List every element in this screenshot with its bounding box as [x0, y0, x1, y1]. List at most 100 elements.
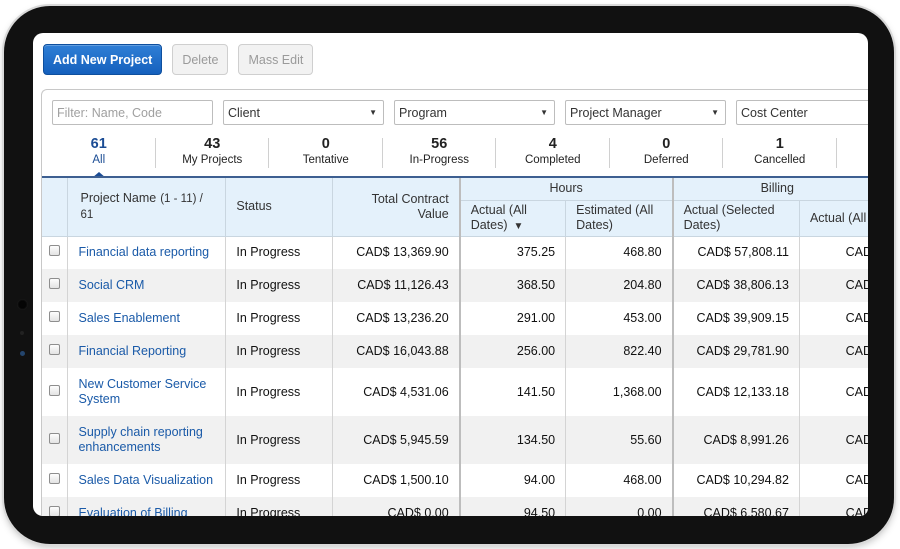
billing-actual-all-cell: CAD$: [799, 269, 868, 302]
table-row[interactable]: New Customer Service System In Progress CA…: [42, 368, 868, 416]
row-checkbox-cell: [42, 236, 69, 269]
tab-cancelled[interactable]: 1 Cancelled: [723, 134, 837, 176]
billing-actual-selected-cell: CAD$ 12,133.18: [672, 368, 800, 416]
tab-count: 4: [548, 136, 557, 152]
hours-estimated-cell: 204.80: [565, 269, 674, 302]
add-new-project-button[interactable]: Add New Project: [43, 44, 163, 75]
row-checkbox[interactable]: [49, 432, 60, 444]
row-checkbox[interactable]: [49, 473, 60, 484]
tab-count: 56: [431, 136, 448, 152]
project-link[interactable]: New Customer Service System: [78, 377, 206, 406]
billing-actual-selected-cell: CAD$ 57,808.11: [672, 236, 800, 269]
table-row[interactable]: Supply chain reporting enhancements In Pr…: [42, 416, 868, 464]
project-link[interactable]: Supply chain reporting enhancements: [78, 425, 202, 454]
hours-estimated-cell: 55.60: [565, 416, 674, 464]
tab-my-projects[interactable]: 43 My Projects: [156, 134, 269, 176]
table-row[interactable]: Social CRM In Progress CAD$ 11,126.43 368.5…: [42, 269, 868, 302]
row-checkbox[interactable]: [49, 311, 60, 322]
total-contract-value-cell: CAD$ 1,500.10: [332, 464, 461, 497]
column-header-hours-actual[interactable]: Actual (All Dates) ▼: [459, 200, 567, 237]
tab-label: Completed: [524, 154, 581, 166]
column-header-billing-actual-all[interactable]: Actual (All: [799, 200, 868, 237]
column-header-total-contract-value[interactable]: Total Contract Value: [332, 178, 461, 237]
row-checkbox-cell: [42, 302, 69, 335]
tab-count: 43: [204, 136, 221, 152]
billing-actual-all-cell: CAD$: [799, 368, 868, 416]
tab-label: Tentative: [302, 154, 349, 166]
status-cell: In Progress: [225, 368, 334, 416]
project-name-cell: New Customer Service System: [67, 368, 227, 416]
total-contract-value-cell: CAD$ 5,945.59: [332, 416, 461, 464]
project-manager-select[interactable]: Project Manager ▼: [565, 100, 726, 125]
tab-tentative[interactable]: 0 Tentative: [269, 134, 383, 176]
hours-actual-cell: 141.50: [459, 368, 567, 416]
screen: Add New Project Delete Mass Edit Filter:…: [33, 33, 868, 516]
sort-descending-icon: ▼: [513, 220, 524, 232]
column-header-project-name[interactable]: Project Name (1 - 11) / 61: [67, 178, 227, 237]
hours-estimated-cell: 1,368.00: [565, 368, 674, 416]
hours-actual-cell: 94.00: [459, 464, 567, 497]
hours-estimated-cell: 0.00: [565, 497, 674, 516]
project-name-cell: Financial Reporting: [67, 335, 227, 368]
camera-lens: [17, 299, 28, 310]
tab-label: Cancelled: [754, 154, 806, 166]
row-checkbox[interactable]: [49, 245, 60, 257]
table-row[interactable]: Financial Reporting In Progress CAD$ 16,04…: [42, 335, 868, 368]
project-link[interactable]: Sales Enablement: [78, 311, 179, 325]
tab-completed[interactable]: 4 Completed: [496, 134, 610, 176]
tab-count: 0: [321, 136, 330, 152]
row-checkbox[interactable]: [49, 278, 60, 289]
column-group-hours: Hours: [459, 178, 674, 201]
table-row[interactable]: Financial data reporting In Progress CAD$ …: [42, 236, 868, 269]
cost-center-select[interactable]: Cost Center ▼: [736, 100, 868, 125]
column-header-status[interactable]: Status: [225, 178, 334, 237]
chevron-down-icon: ▼: [711, 108, 719, 117]
project-name-cell: Supply chain reporting enhancements: [67, 416, 227, 464]
billing-actual-selected-cell: CAD$ 6,580.67: [672, 497, 800, 516]
project-link[interactable]: Financial Reporting: [78, 344, 186, 358]
project-name-cell: Sales Enablement: [67, 302, 227, 335]
billing-actual-selected-cell: CAD$ 8,991.26: [672, 416, 800, 464]
billing-actual-all-cell: CAD$: [799, 335, 868, 368]
hours-estimated-cell: 453.00: [565, 302, 674, 335]
tab-label: All: [92, 154, 106, 166]
tab-count: 61: [90, 136, 107, 152]
table-row[interactable]: Sales Data Visualization In Progress CAD$ …: [42, 464, 868, 497]
total-contract-value-cell: CAD$ 13,236.20: [332, 302, 461, 335]
status-cell: In Progress: [225, 302, 334, 335]
row-checkbox[interactable]: [49, 384, 60, 396]
tab-count: 1: [775, 136, 784, 152]
tab-deferred[interactable]: 0 Deferred: [610, 134, 723, 176]
projects-table: Project Name (1 - 11) / 61 Status Total C…: [42, 178, 868, 516]
project-name-cell: Social CRM: [67, 269, 227, 302]
status-tabs: 61 All 43 My Projects 0 Tentative 56 In-…: [42, 134, 837, 178]
project-name-cell: Financial data reporting: [67, 236, 227, 269]
column-header-billing-actual-selected[interactable]: Actual (Selected Dates): [672, 200, 800, 237]
project-link[interactable]: Sales Data Visualization: [78, 473, 213, 487]
billing-actual-all-cell: CAD$: [799, 302, 868, 335]
mass-edit-button[interactable]: Mass Edit: [238, 44, 314, 75]
projects-panel: Filter: Name, Code Client ▼ Program ▼ Pr…: [41, 89, 868, 516]
table-row[interactable]: Sales Enablement In Progress CAD$ 13,236.2…: [42, 302, 868, 335]
tab-all[interactable]: 61 All: [42, 134, 156, 178]
delete-button[interactable]: Delete: [172, 44, 229, 75]
row-checkbox[interactable]: [49, 506, 60, 516]
billing-actual-all-cell: CAD$: [799, 236, 868, 269]
row-checkbox[interactable]: [49, 344, 60, 355]
project-name-header-label: Project Name: [80, 190, 157, 205]
search-input[interactable]: Filter: Name, Code: [52, 100, 213, 125]
program-select-value: Program: [399, 105, 447, 120]
project-link[interactable]: Evaluation of Billing: [78, 506, 187, 516]
row-checkbox-cell: [42, 497, 69, 516]
project-manager-select-value: Project Manager: [570, 105, 662, 120]
client-select[interactable]: Client ▼: [223, 100, 384, 125]
billing-actual-selected-cell: CAD$ 29,781.90: [672, 335, 800, 368]
tab-in-progress[interactable]: 56 In-Progress: [383, 134, 496, 176]
project-link[interactable]: Social CRM: [78, 278, 144, 292]
program-select[interactable]: Program ▼: [394, 100, 555, 125]
project-link[interactable]: Financial data reporting: [78, 245, 209, 259]
column-header-hours-estimated[interactable]: Estimated (All Dates): [565, 200, 674, 237]
table-row[interactable]: Evaluation of Billing In Progress CAD$ 0.0…: [42, 497, 868, 516]
billing-actual-selected-cell: CAD$ 39,909.15: [672, 302, 800, 335]
billing-actual-selected-cell: CAD$ 38,806.13: [672, 269, 800, 302]
